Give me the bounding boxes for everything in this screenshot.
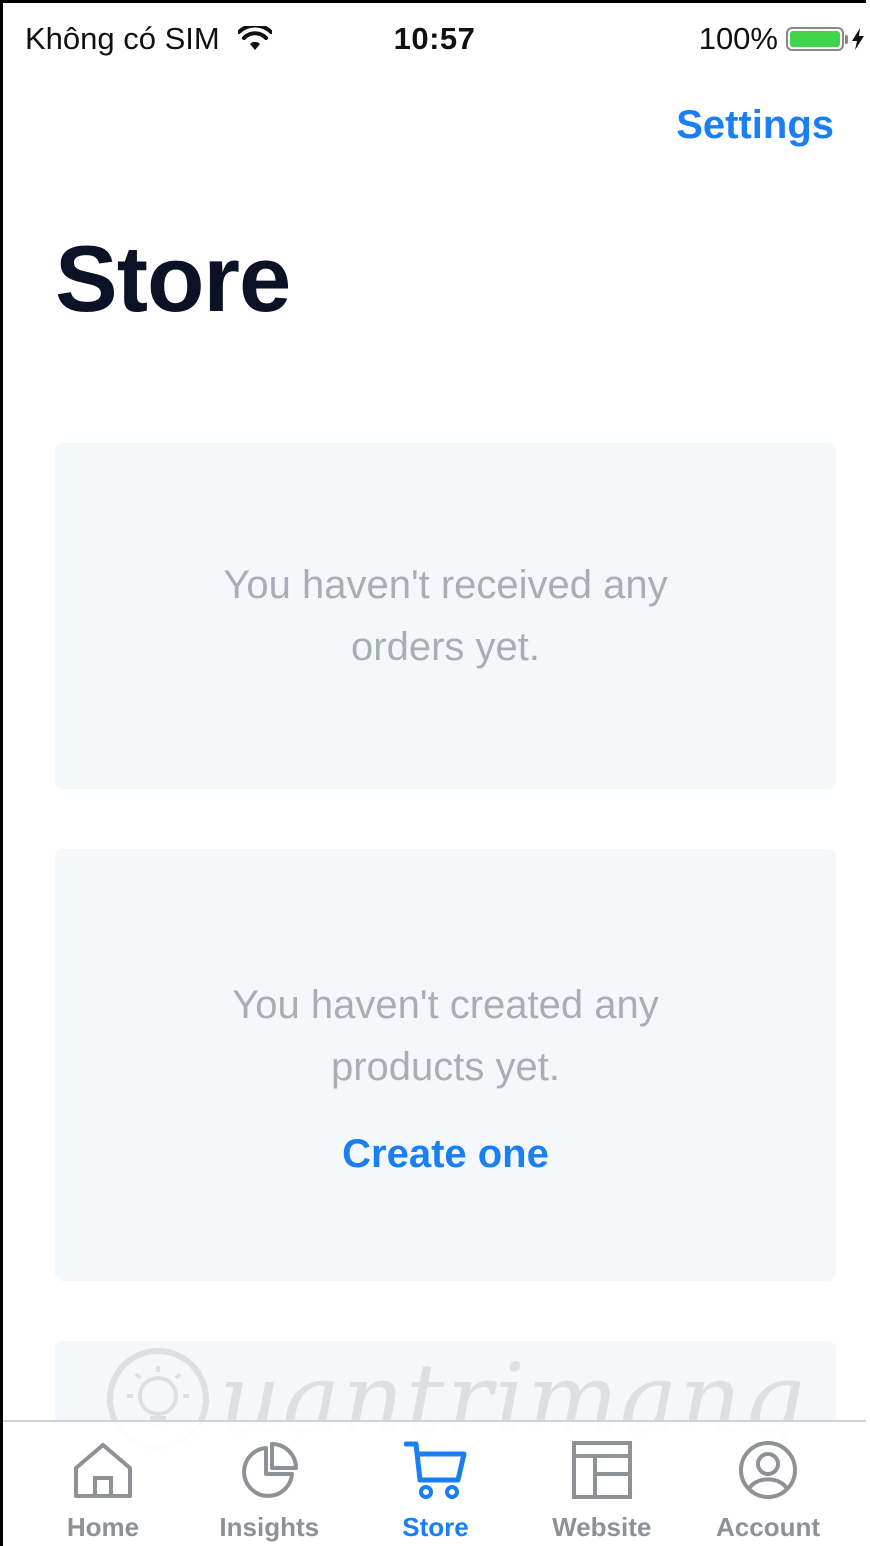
layout-icon xyxy=(571,1441,632,1499)
status-right: 100% xyxy=(699,21,864,57)
tab-store[interactable]: Store xyxy=(356,1422,516,1546)
tab-account[interactable]: Account xyxy=(688,1422,848,1546)
user-icon xyxy=(739,1441,797,1499)
charging-icon xyxy=(852,28,864,50)
orders-empty-card: You haven't received any orders yet. xyxy=(55,443,836,789)
tab-website-label: Website xyxy=(552,1512,652,1542)
tab-website[interactable]: Website xyxy=(522,1422,682,1546)
cart-icon xyxy=(403,1441,466,1499)
battery-percent: 100% xyxy=(698,21,778,56)
tab-account-label: Account xyxy=(716,1512,820,1542)
tab-store-label: Store xyxy=(402,1512,469,1542)
tab-insights-label: Insights xyxy=(219,1512,320,1542)
battery-icon xyxy=(786,27,848,51)
tab-home-label: Home xyxy=(66,1512,140,1542)
app-screen: Không có SIM 10:57 100% Settings Store Y… xyxy=(0,0,866,1546)
battery-fill xyxy=(790,31,840,47)
products-empty-message: You haven't created any products yet. xyxy=(232,982,659,1089)
settings-button[interactable]: Settings xyxy=(676,103,834,148)
tab-home[interactable]: Home xyxy=(23,1422,183,1546)
tab-insights[interactable]: Insights xyxy=(189,1422,349,1546)
tab-bar: Home Insights Store Website Account xyxy=(3,1420,866,1546)
home-icon xyxy=(74,1443,132,1498)
status-bar: Không có SIM 10:57 100% xyxy=(3,3,866,75)
pie-chart-icon xyxy=(242,1442,299,1498)
create-product-button[interactable]: Create one xyxy=(342,1132,549,1177)
orders-empty-message: You haven't received any orders yet. xyxy=(223,563,668,669)
page-title: Store xyxy=(55,226,291,331)
products-empty-card: You haven't created any products yet. Cr… xyxy=(55,849,836,1281)
